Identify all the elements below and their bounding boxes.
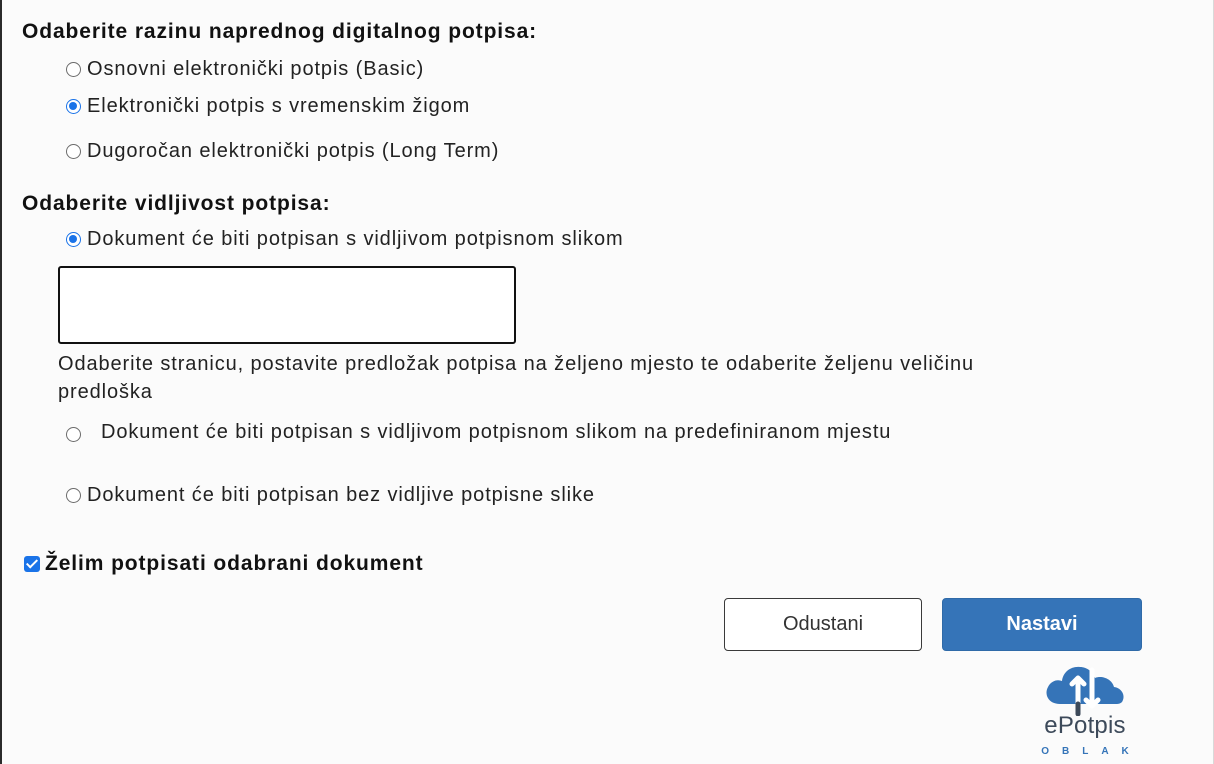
visibility-heading: Odaberite vidljivost potpisa: <box>22 192 331 215</box>
radio-label-basic: Osnovni elektronički potpis (Basic) <box>87 58 425 80</box>
radio-option-timestamp[interactable]: Elektronički potpis s vremenskim žigom <box>66 95 470 118</box>
radio-unchecked-icon[interactable] <box>66 488 81 503</box>
confirm-sign-checkbox[interactable]: Želim potpisati odabrani dokument <box>24 552 424 576</box>
radio-unchecked-icon[interactable] <box>66 144 81 159</box>
cloud-arrows-icon <box>1046 666 1124 716</box>
radio-option-invisible[interactable]: Dokument će biti potpisan bez vidljive p… <box>66 484 595 507</box>
radio-checked-icon[interactable] <box>66 232 81 247</box>
radio-option-visible[interactable]: Dokument će biti potpisan s vidljivom po… <box>66 228 624 251</box>
radio-checked-icon[interactable] <box>66 99 81 114</box>
logo-subtitle: OBLAK <box>1041 746 1142 757</box>
signature-level-heading: Odaberite razinu naprednog digitalnog po… <box>22 20 538 43</box>
checkbox-checked-icon[interactable] <box>24 556 40 572</box>
logo-name: ePotpis <box>1044 712 1126 739</box>
radio-unchecked-icon[interactable] <box>66 62 81 77</box>
radio-option-long-term[interactable]: Dugoročan elektronički potpis (Long Term… <box>66 140 499 163</box>
sign-dialog: Odaberite razinu naprednog digitalnog po… <box>0 0 1214 764</box>
cancel-button[interactable]: Odustani <box>724 598 922 651</box>
radio-option-basic[interactable]: Osnovni elektronički potpis (Basic) <box>66 58 424 81</box>
continue-button[interactable]: Nastavi <box>942 598 1142 651</box>
radio-label-predefined: Dokument će biti potpisan s vidljivom po… <box>101 421 892 443</box>
confirm-sign-label: Želim potpisati odabrani dokument <box>45 552 424 575</box>
radio-option-predefined[interactable]: Dokument će biti potpisan s vidljivom po… <box>66 418 1001 446</box>
placement-instruction: Odaberite stranicu, postavite predložak … <box>58 353 974 403</box>
radio-label-long-term: Dugoročan elektronički potpis (Long Term… <box>87 140 500 162</box>
signature-preview-box[interactable] <box>58 266 516 344</box>
radio-label-invisible: Dokument će biti potpisan bez vidljive p… <box>87 484 595 506</box>
radio-label-visible: Dokument će biti potpisan s vidljivom po… <box>87 228 624 250</box>
epotpis-logo: ePotpis OBLAK <box>1010 660 1160 764</box>
radio-label-timestamp: Elektronički potpis s vremenskim žigom <box>87 95 471 117</box>
radio-unchecked-icon[interactable] <box>66 426 81 442</box>
